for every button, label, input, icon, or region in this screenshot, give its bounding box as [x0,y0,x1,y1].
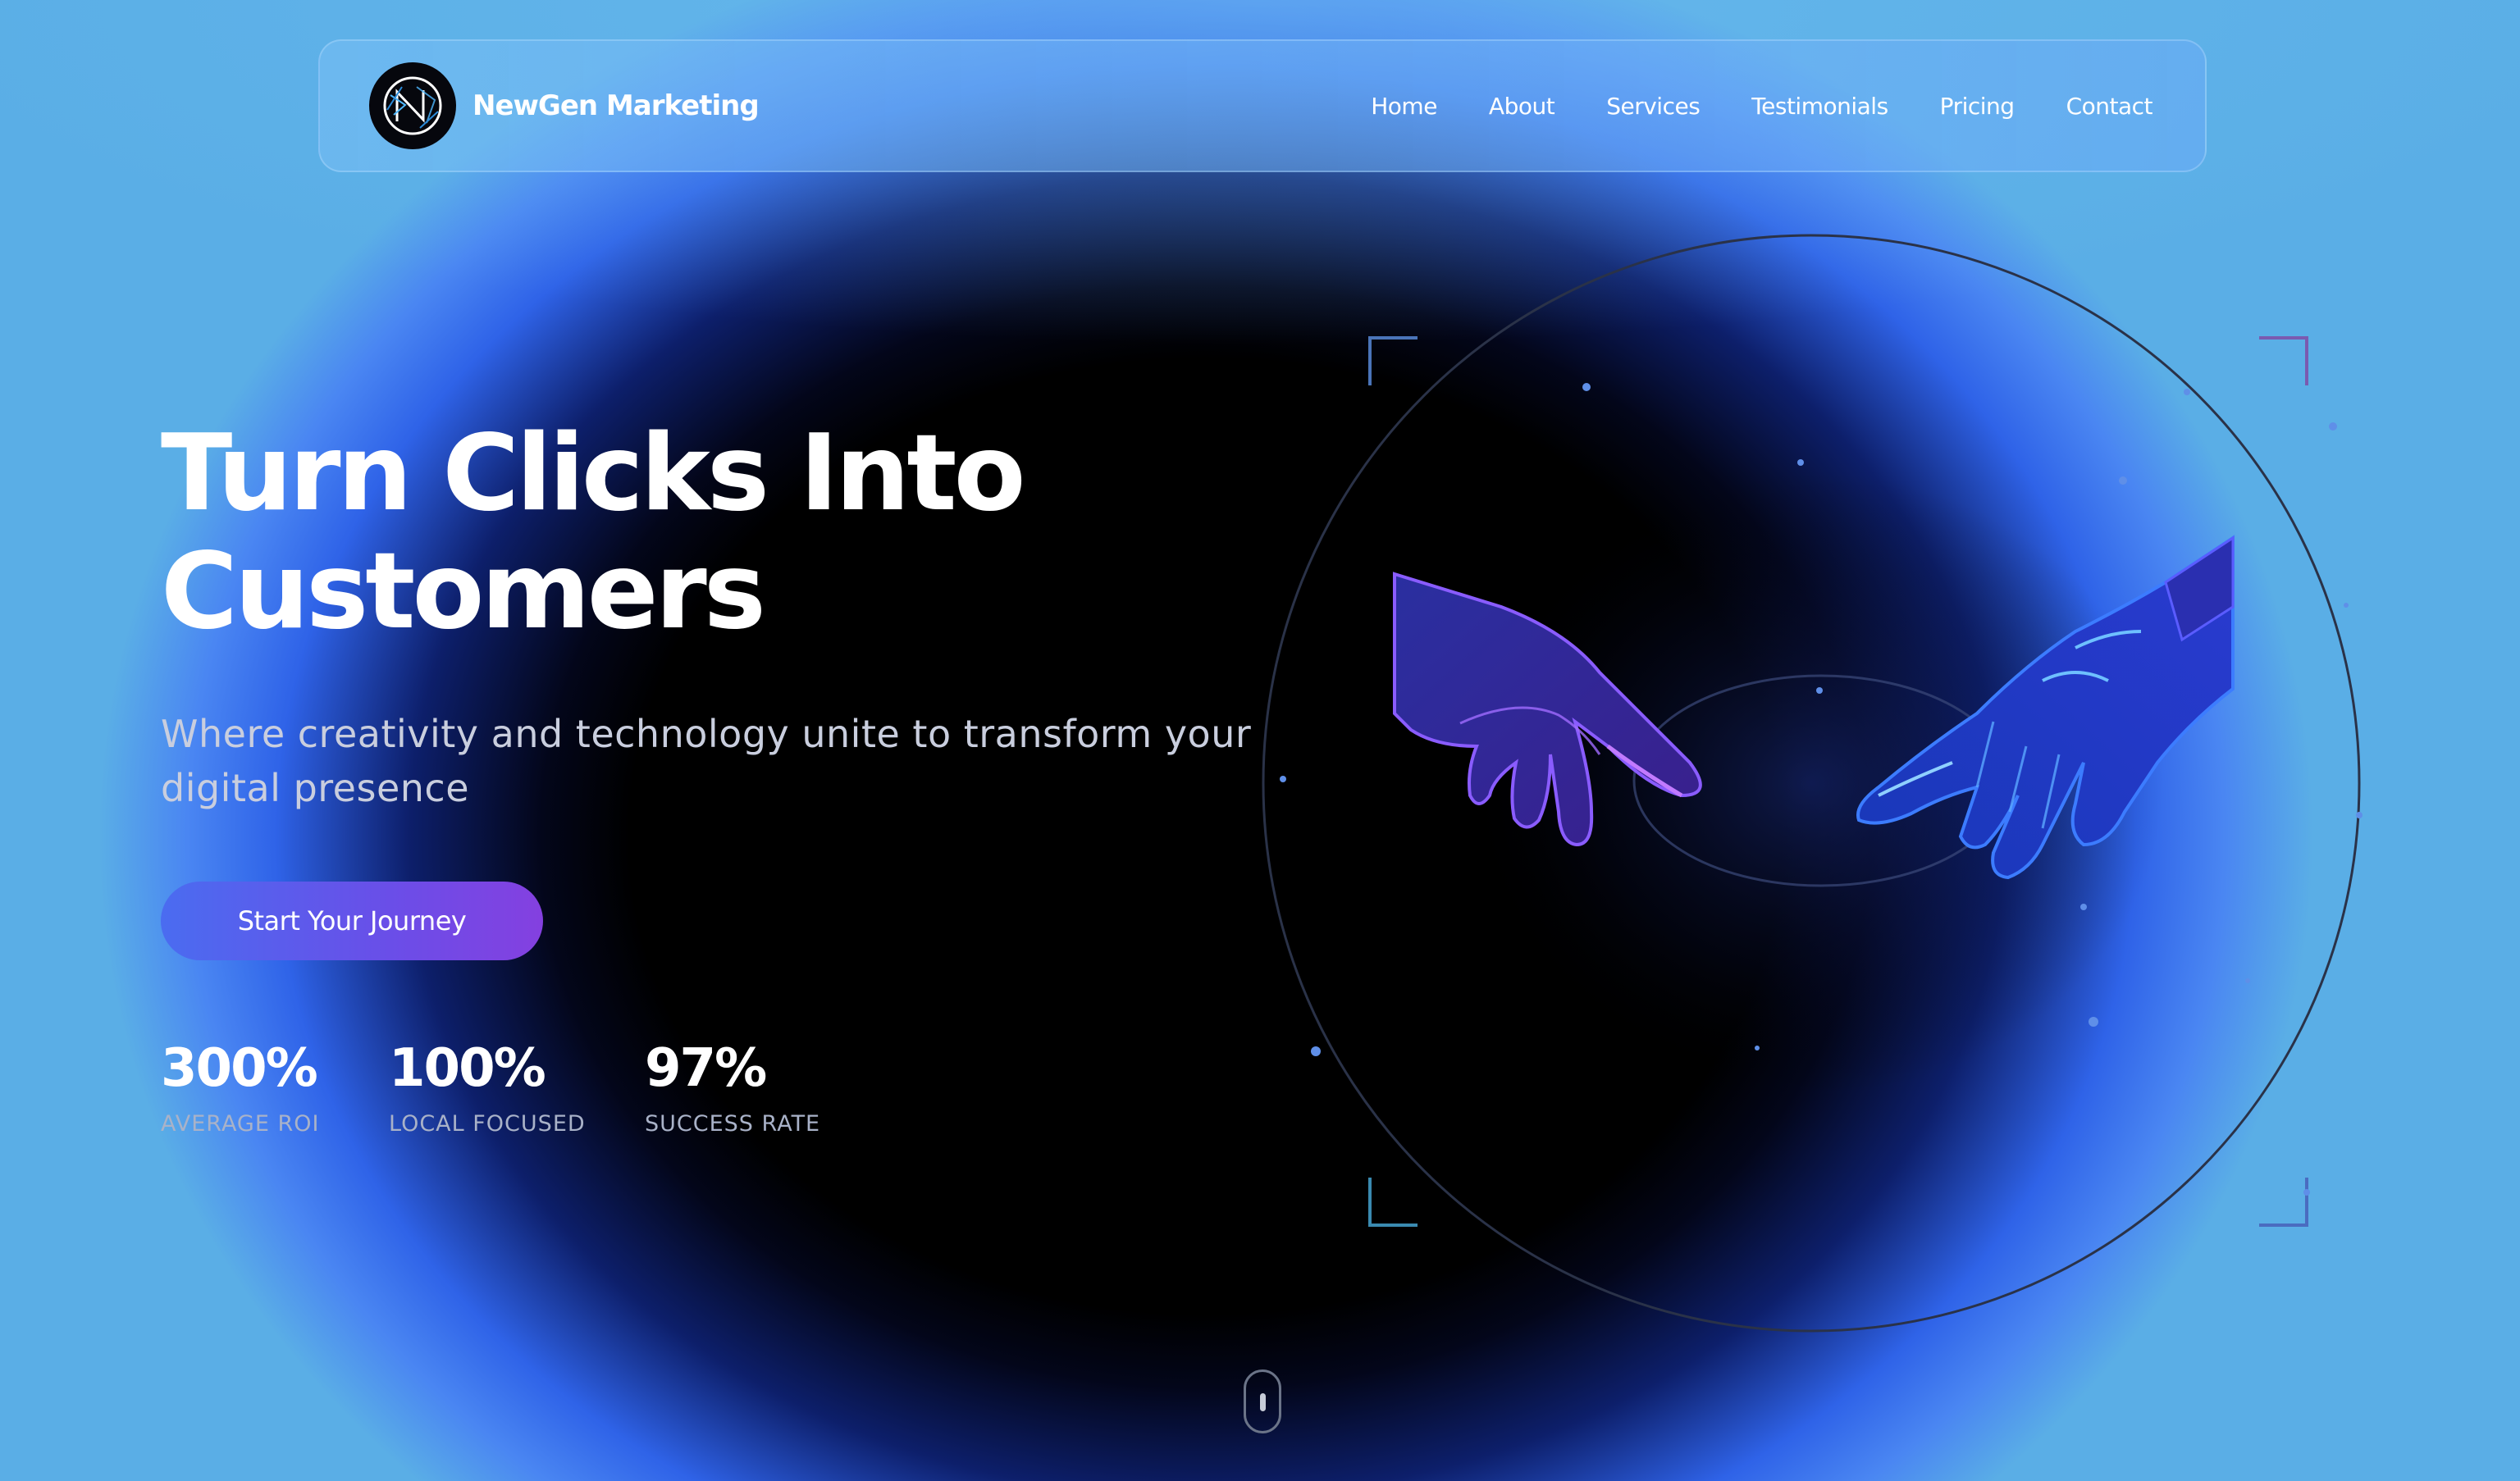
hero-subtitle: Where creativity and technology unite to… [161,712,1252,810]
navbar: NewGen Marketing Home About Services Tes… [318,39,2207,172]
stat-value: 97% [645,1038,767,1099]
stat-label: LOCAL FOCUSED [389,1111,586,1137]
nav-item-services[interactable]: Services [1606,93,1701,120]
mouse-scroll-icon[interactable] [1244,1369,1281,1433]
stat-label: SUCCESS RATE [645,1111,821,1137]
stat-success-rate: 97% SUCCESS RATE [645,1037,820,1137]
hero-title-line-1: Turn Clicks Into [161,412,1026,535]
nav-item-home[interactable]: Home [1371,93,1437,120]
nav-item-testimonials[interactable]: Testimonials [1751,93,1888,120]
stat-value: 300% [161,1038,318,1099]
scroll-wheel-dot [1260,1393,1266,1411]
hero-title-line-2: Customers [161,531,766,653]
start-journey-button[interactable]: Start Your Journey [161,882,543,960]
human-and-robot-hands-icon [1255,221,2387,1353]
stat-label: AVERAGE ROI [161,1111,320,1137]
nav-item-about[interactable]: About [1489,93,1555,120]
nav-item-contact[interactable]: Contact [2066,93,2153,120]
nav-item-pricing[interactable]: Pricing [1940,93,2015,120]
brand-name[interactable]: NewGen Marketing [472,89,760,122]
stat-value: 100% [389,1038,546,1099]
nav-menu: Home About Services Testimonials Pricing… [1319,93,2152,120]
hero-title: Turn Clicks Into Customers [161,415,1227,651]
stat-local-focused: 100% LOCAL FOCUSED [389,1037,586,1137]
ng-monogram-logo[interactable] [369,62,456,149]
stat-average-roi: 300% AVERAGE ROI [161,1037,319,1137]
